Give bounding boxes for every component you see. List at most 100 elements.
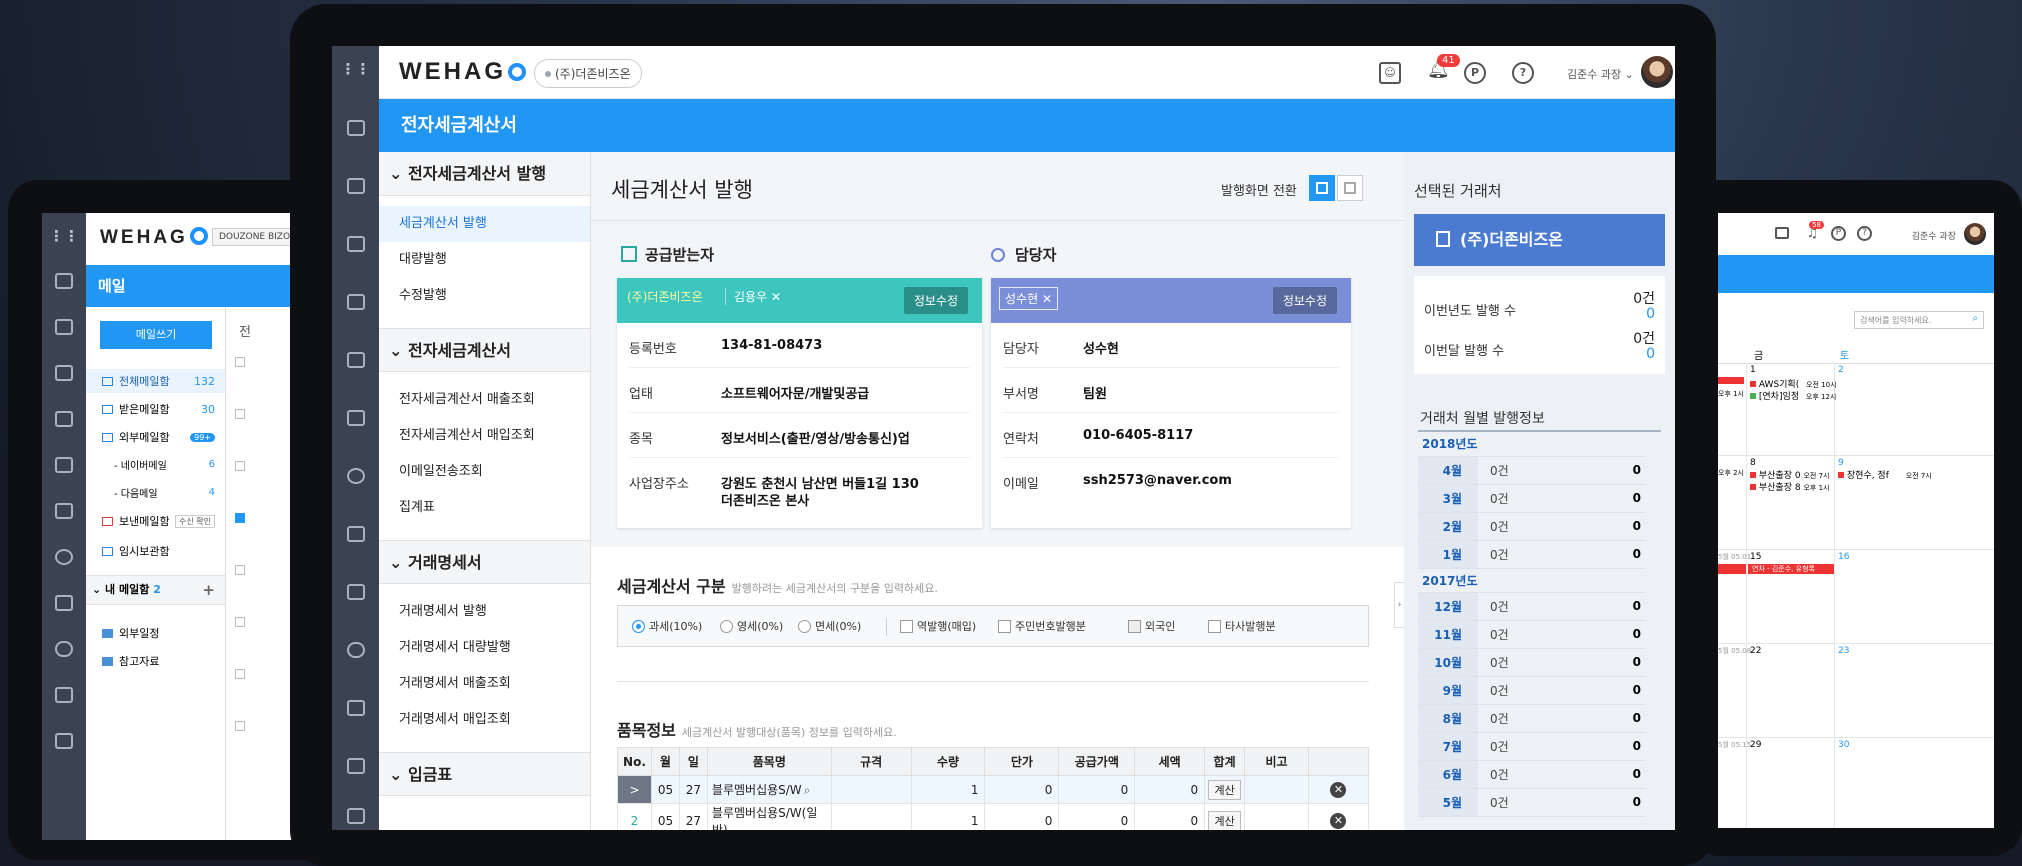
mail-item-all[interactable]: 전체메일함 132 (86, 369, 225, 393)
menu-item-statement-purchase[interactable]: 거래명세서 매입조회 (379, 702, 590, 738)
card-icon[interactable] (346, 700, 365, 716)
receiver-edit-button[interactable]: 정보수정 (903, 287, 968, 314)
check-other-issuer[interactable]: 타사발행분 (1208, 618, 1276, 634)
help-icon[interactable]: ? (1857, 226, 1872, 241)
folder-external-schedule[interactable]: 외부일정 (102, 625, 215, 641)
book-icon[interactable] (346, 808, 365, 824)
menu-section-etax[interactable]: ⌄ 전자세금계산서 (379, 328, 590, 372)
company-selector[interactable]: (주)더존비즈온 (534, 59, 642, 88)
cell-supply[interactable]: 0 (1058, 803, 1136, 830)
panel-collapse-handle[interactable]: › (1394, 582, 1404, 628)
receiver-person-chip[interactable]: 김용우 ✕ (725, 288, 781, 305)
right-user-avatar[interactable] (1964, 223, 1986, 245)
calendar-icon[interactable] (346, 526, 365, 542)
check-resident-no[interactable]: 주민번호발행분 (998, 618, 1086, 634)
cell-name[interactable]: 블루멤버십용S/W ⌕ (706, 775, 832, 804)
right-user-name[interactable]: 김준수 과장 (1912, 229, 1956, 242)
receiver-company-chip[interactable]: (주)더존비즈온 (627, 288, 703, 305)
a-icon[interactable] (55, 273, 73, 289)
help-icon[interactable]: ? (1512, 62, 1534, 84)
cell-qty[interactable]: 1 (910, 803, 986, 830)
calendar-search[interactable]: 검색어를 입력하세요. (1854, 311, 1984, 329)
mail-item-sent[interactable]: 보낸메일함 수신 확인 (102, 513, 215, 529)
event-continued[interactable] (1718, 377, 1744, 384)
add-mailbox-icon[interactable]: + (202, 576, 215, 604)
selected-partner[interactable]: (주)더존비즈온 (1414, 214, 1665, 266)
left-company-chip[interactable]: DOUZONE BIZO (212, 228, 298, 246)
left-logo[interactable]: WEHAG (100, 227, 208, 249)
table-row[interactable]: 2 05 27 블루멤버십용S/W(일반) 1 0 0 0 계산 ✕ (617, 803, 1370, 830)
book-icon[interactable] (55, 733, 73, 749)
cell-day[interactable]: 27 (678, 803, 708, 830)
cell-name[interactable]: 블루멤버십용S/W(일반) (706, 803, 832, 830)
cell-sum[interactable]: 계산 (1204, 803, 1246, 830)
radio-exempt[interactable]: 면세(0%) (798, 618, 861, 634)
folder-reference[interactable]: 참고자료 (102, 653, 215, 669)
menu-item-bulk[interactable]: 대량발행 (379, 242, 590, 278)
menu-item-sales-query[interactable]: 전자세금계산서 매출조회 (379, 382, 590, 418)
chat-icon[interactable] (55, 549, 73, 565)
menu-item-purchase-query[interactable]: 전자세금계산서 매입조회 (379, 418, 590, 454)
image-icon[interactable] (55, 687, 73, 703)
menu-item-statement-issue[interactable]: 거래명세서 발행 (379, 594, 590, 630)
building-icon[interactable] (55, 457, 73, 473)
menu-item-issue[interactable]: 세금계산서 발행 (379, 206, 590, 242)
chat-icon[interactable] (1775, 227, 1789, 239)
menu-item-statement-bulk[interactable]: 거래명세서 대량발행 (379, 630, 590, 666)
board-icon[interactable] (346, 178, 365, 194)
card-view-toggle[interactable] (1309, 175, 1335, 201)
menu-section-statement[interactable]: ⌄ 거래명세서 (379, 540, 590, 584)
points-icon[interactable]: P (1464, 62, 1486, 84)
calculate-button[interactable]: 계산 (1208, 779, 1241, 800)
checkbox[interactable] (235, 461, 245, 471)
contacts-icon[interactable] (55, 503, 73, 519)
checkbox[interactable] (235, 409, 245, 419)
cell-spec[interactable] (830, 803, 912, 830)
delete-row-icon[interactable]: ✕ (1330, 781, 1347, 798)
calculate-button[interactable]: 계산 (1208, 811, 1241, 830)
cell-price[interactable]: 0 (984, 803, 1060, 830)
mail-item-external[interactable]: 외부메일함 99+ (102, 429, 215, 445)
menu-item-statement-sales[interactable]: 거래명세서 매출조회 (379, 666, 590, 702)
printer-icon[interactable] (346, 410, 365, 426)
apps-grid-icon[interactable]: ⋮⋮ (341, 60, 371, 78)
table-view-toggle[interactable] (1337, 175, 1363, 201)
my-mailbox-header[interactable]: ⌄ 내 메일함 2 + (86, 575, 225, 605)
menu-item-summary[interactable]: 집계표 (379, 490, 590, 526)
document-icon[interactable] (55, 595, 73, 611)
cell-spec[interactable] (830, 775, 912, 804)
note-icon[interactable] (55, 411, 73, 427)
check-foreigner[interactable]: 외국인 (1128, 618, 1175, 634)
compose-button[interactable]: 메일쓰기 (100, 321, 212, 349)
checkbox[interactable] (235, 357, 245, 367)
radio-zero-rate[interactable]: 영세(0%) (720, 618, 783, 634)
cloud-icon[interactable] (346, 642, 365, 658)
menu-item-revise[interactable]: 수정발행 (379, 278, 590, 314)
apps-grid-icon[interactable]: ⋮⋮ (49, 227, 79, 245)
cloud-icon[interactable] (55, 641, 73, 657)
mail-item-naver[interactable]: - 네이버메일 6 (102, 457, 215, 472)
cell-note[interactable] (1244, 775, 1309, 804)
delete-row-icon[interactable]: ✕ (1330, 813, 1347, 829)
radio-taxable[interactable]: 과세(10%) (632, 618, 702, 634)
calendar-icon[interactable] (55, 319, 73, 335)
manager-chip[interactable]: 성수현 ✕ (999, 287, 1058, 310)
cell-month[interactable]: 05 (650, 803, 680, 830)
cell-tax[interactable]: 0 (1134, 775, 1206, 804)
search-icon[interactable]: ⌕ (1972, 313, 1978, 324)
event[interactable]: [연차]임정 오후 12시 (1750, 389, 1836, 402)
checkbox[interactable] (235, 721, 245, 731)
message-icon[interactable]: ☺ (1379, 62, 1401, 84)
menu-section-issue[interactable]: ⌄ 전자세금계산서 발행 (379, 152, 590, 196)
event[interactable]: 장현수, 정f 오전 7시 (1838, 468, 1932, 481)
invoice-icon[interactable] (346, 758, 365, 774)
cell-sum[interactable]: 계산 (1204, 775, 1246, 804)
event-bar[interactable]: 연차 - 김준수, 유형록 (1748, 564, 1834, 574)
mail-item-inbox[interactable]: 받은메일함 30 (102, 401, 215, 417)
cell-day[interactable]: 27 (678, 775, 708, 804)
mail-icon[interactable] (346, 584, 365, 600)
check-reverse-issue[interactable]: 역발행(매입) (900, 618, 976, 634)
checkbox[interactable] (235, 565, 245, 575)
cell-month[interactable]: 05 (650, 775, 680, 804)
table-row[interactable]: > 05 27 블루멤버십용S/W ⌕ 1 0 0 0 계산 ✕ (617, 775, 1370, 804)
